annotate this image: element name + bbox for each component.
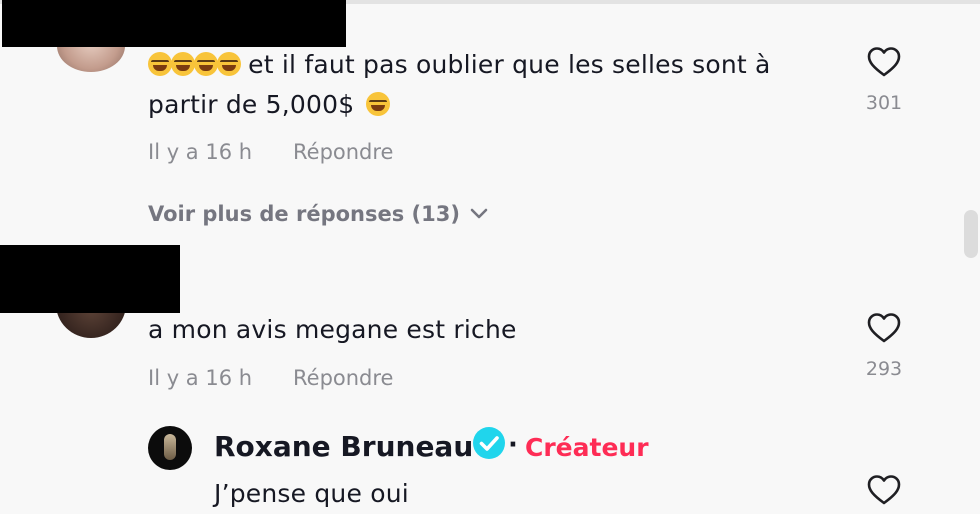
like-count: 293: [865, 358, 903, 380]
comment-timestamp: Il y a 16 h: [148, 140, 253, 164]
redacted-username: [0, 245, 180, 313]
tears-of-joy-emoji-icon: [194, 52, 218, 76]
comment-text: et il faut pas oublier que les selles so…: [148, 45, 771, 85]
reply-button[interactable]: Répondre: [293, 366, 393, 390]
tears-of-joy-emoji-icon: [171, 52, 195, 76]
tears-of-joy-emoji-icon: [217, 52, 241, 76]
verified-badge-icon: [473, 427, 505, 459]
comment-text: a mon avis megane est riche: [148, 315, 517, 344]
comment-timestamp: Il y a 16 h: [148, 366, 253, 390]
like-heart-icon[interactable]: [867, 46, 901, 78]
view-more-replies-button[interactable]: Voir plus de réponses (13): [148, 202, 488, 226]
reply-text: J’pense que oui: [214, 479, 409, 508]
tears-of-joy-emoji-icon: [148, 52, 172, 76]
like-heart-icon[interactable]: [867, 474, 901, 506]
like-count: 301: [865, 92, 903, 114]
like-heart-icon[interactable]: [867, 312, 901, 344]
view-more-replies-label: Voir plus de réponses (13): [148, 202, 460, 226]
scrollbar-thumb[interactable]: [964, 210, 978, 258]
grinning-sweat-emoji-icon: [366, 92, 391, 116]
separator-dot: ·: [508, 430, 518, 460]
comment-text-continued: partir de 5,000$: [148, 85, 391, 125]
comment-text-line1: et il faut pas oublier que les selles so…: [248, 50, 771, 79]
creator-avatar[interactable]: [148, 426, 192, 470]
comment-text-line2: partir de 5,000$: [148, 90, 355, 119]
chevron-down-icon: [470, 208, 488, 219]
reply-author-name[interactable]: Roxane Bruneau: [214, 430, 473, 463]
avatar-figure: [164, 434, 176, 460]
creator-badge: Créateur: [525, 433, 649, 462]
reply-button[interactable]: Répondre: [293, 140, 393, 164]
redacted-username: [2, 0, 346, 47]
